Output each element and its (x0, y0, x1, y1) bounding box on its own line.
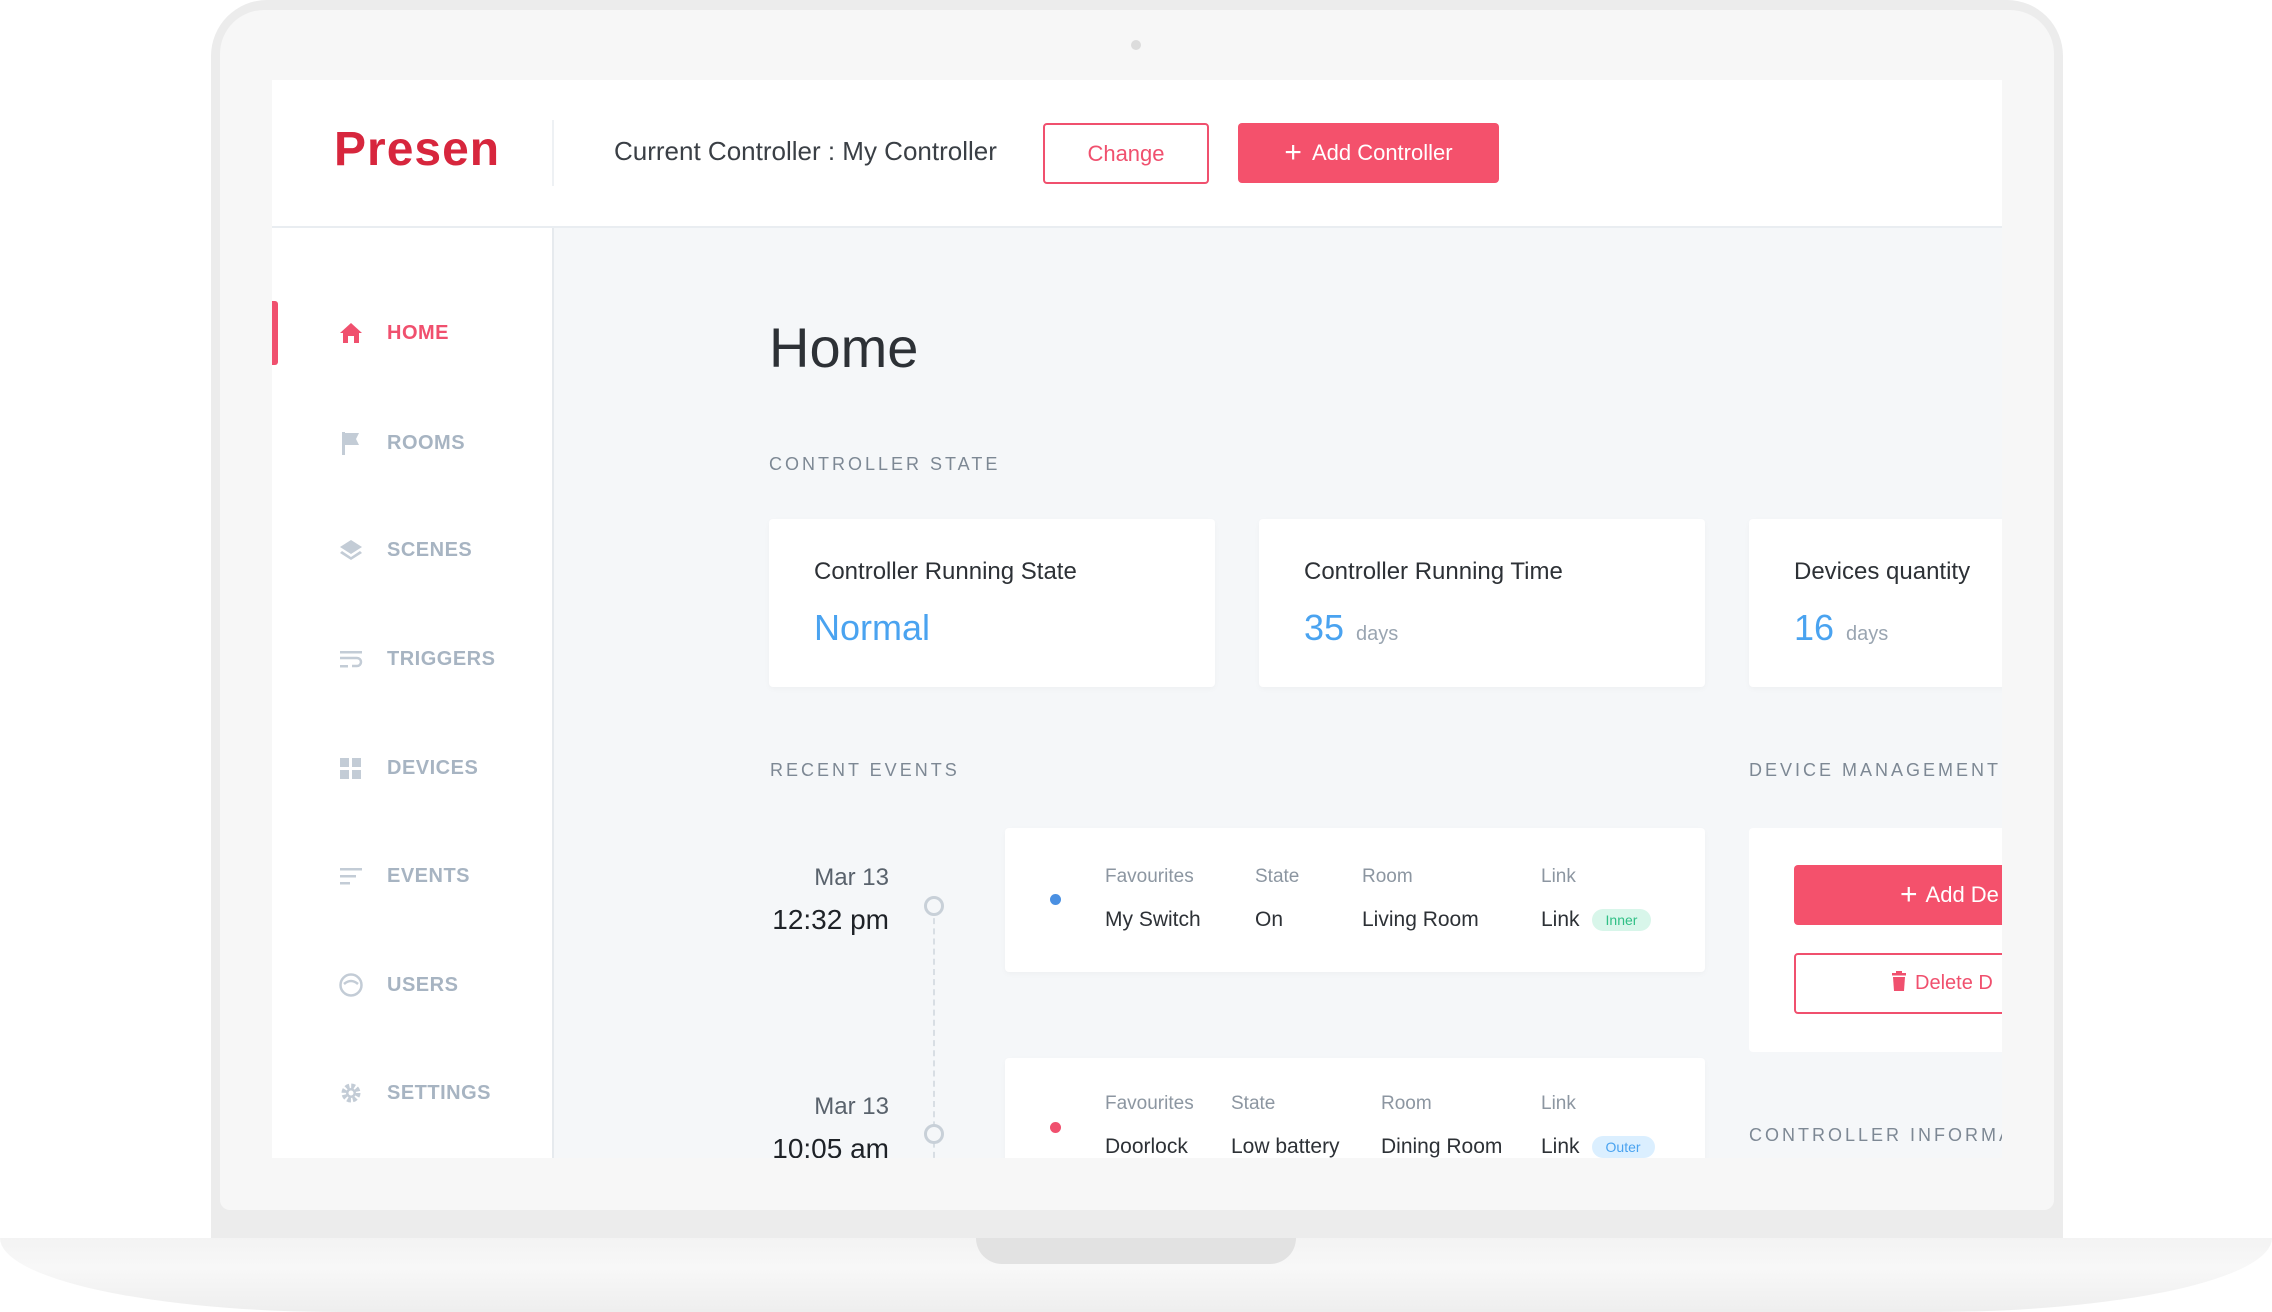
device-management-card: + Add De Delete D (1749, 828, 2002, 1052)
running-time-value: 35 (1304, 607, 1345, 648)
delete-device-label: Delete D (1915, 972, 1993, 994)
running-time-unit: days (1356, 623, 1399, 645)
card-title: Controller Running State (814, 558, 1077, 585)
add-device-label: Add De (1925, 882, 1999, 907)
page-title: Home (769, 316, 919, 379)
event-date: Mar 13 12:32 pm (749, 864, 889, 936)
card-value: 35 days (1304, 607, 1398, 649)
event-link-text: Link (1541, 908, 1580, 931)
event-date: Mar 13 10:05 am (749, 1093, 889, 1158)
column-header-favourites: Favourites (1105, 866, 1194, 887)
sidebar-item-label: SETTINGS (387, 1081, 492, 1104)
sidebar-item-events[interactable]: EVENTS (272, 846, 554, 906)
column-header-favourites: Favourites (1105, 1093, 1194, 1114)
card-value: 16 days (1794, 607, 1888, 649)
change-controller-button[interactable]: Change (1043, 123, 1209, 184)
event-link-text: Link (1541, 1135, 1580, 1158)
event-status-dot (1050, 894, 1061, 905)
event-state: On (1255, 908, 1284, 931)
sidebar-item-label: HOME (387, 321, 449, 344)
column-header-link: Link (1541, 1093, 1576, 1114)
sidebar-item-label: DEVICES (387, 756, 479, 779)
card-value: Normal (814, 607, 930, 649)
event-room: Living Room (1362, 908, 1479, 931)
event-card[interactable]: Favourites My Switch State On Room Livin… (1005, 828, 1705, 972)
gear-icon (338, 1080, 364, 1106)
column-header-room: Room (1362, 866, 1413, 887)
controller-state-heading: CONTROLLER STATE (769, 454, 1001, 474)
column-header-room: Room (1381, 1093, 1432, 1114)
app-screen: Presen Current Controller : My Controlle… (272, 80, 2002, 1158)
devices-quantity-value: 16 (1794, 607, 1835, 648)
main-content: Home CONTROLLER STATE Controller Running… (556, 228, 2002, 1158)
event-day: Mar 13 (814, 1093, 889, 1120)
link-badge-inner: Inner (1591, 909, 1652, 932)
top-bar: Presen Current Controller : My Controlle… (272, 80, 2002, 228)
event-day: Mar 13 (814, 864, 889, 891)
sidebar-item-triggers[interactable]: TRIGGERS (272, 629, 554, 689)
state-card-devices-quantity: Devices quantity 16 days (1749, 519, 2002, 687)
trash-icon (1891, 970, 1907, 997)
sidebar-item-label: SCENES (387, 538, 473, 561)
current-controller-text: Current Controller : My Controller (614, 136, 997, 166)
laptop-notch (976, 1238, 1296, 1264)
sidebar-item-scenes[interactable]: SCENES (272, 520, 554, 580)
add-controller-label: Add Controller (1311, 140, 1453, 165)
add-device-button[interactable]: + Add De (1794, 865, 2002, 925)
smiley-icon (338, 972, 364, 998)
timeline-dot (924, 896, 944, 916)
link-badge-outer: Outer (1591, 1136, 1655, 1158)
state-card-running-time: Controller Running Time 35 days (1259, 519, 1705, 687)
column-header-state: State (1255, 866, 1300, 887)
logo[interactable]: Presen (334, 122, 500, 177)
card-title: Controller Running Time (1304, 558, 1563, 585)
devices-quantity-unit: days (1846, 623, 1889, 645)
flag-icon (338, 430, 364, 456)
home-icon (338, 320, 364, 346)
column-header-state: State (1231, 1093, 1276, 1114)
sidebar-item-label: EVENTS (387, 864, 471, 887)
event-favourite: My Switch (1105, 908, 1201, 931)
event-time: 10:05 am (772, 1133, 889, 1158)
event-link: Link Outer (1541, 1135, 1655, 1158)
sidebar: HOME ROOMS SCENES TRIGGERS DEVICES EVENT… (272, 228, 554, 1158)
list-icon (338, 863, 364, 889)
event-favourite: Doorlock (1105, 1135, 1188, 1158)
sidebar-item-home[interactable]: HOME (272, 303, 554, 363)
sidebar-item-devices[interactable]: DEVICES (272, 738, 554, 798)
sidebar-item-settings[interactable]: SETTINGS (272, 1063, 554, 1123)
sidebar-item-label: TRIGGERS (387, 647, 496, 670)
layers-icon (338, 537, 364, 563)
header-divider (552, 120, 554, 186)
event-status-dot (1050, 1122, 1061, 1133)
wrap-lines-icon (338, 646, 364, 672)
event-card[interactable]: Favourites Doorlock State Low battery Ro… (1005, 1058, 1705, 1158)
state-card-running-state: Controller Running State Normal (769, 519, 1215, 687)
event-state: Low battery (1231, 1135, 1340, 1158)
column-header-link: Link (1541, 866, 1576, 887)
sidebar-item-label: ROOMS (387, 431, 466, 454)
sidebar-item-rooms[interactable]: ROOMS (272, 413, 554, 473)
timeline-dot (924, 1124, 944, 1144)
running-state-value: Normal (814, 607, 931, 648)
timeline-line (933, 908, 935, 1158)
add-controller-button[interactable]: + Add Controller (1238, 123, 1499, 183)
controller-information-heading: CONTROLLER INFORMA (1749, 1125, 2002, 1145)
recent-events-heading: RECENT EVENTS (770, 760, 960, 780)
plus-icon: + (1900, 878, 1918, 911)
sidebar-item-users[interactable]: USERS (272, 955, 554, 1015)
camera-dot (1131, 40, 1141, 50)
card-title: Devices quantity (1794, 558, 1971, 585)
event-link: Link Inner (1541, 908, 1652, 932)
plus-icon: + (1284, 136, 1302, 169)
event-room: Dining Room (1381, 1135, 1503, 1158)
sidebar-item-label: USERS (387, 973, 459, 996)
device-management-heading: DEVICE MANAGEMENT (1749, 760, 2002, 780)
delete-device-button[interactable]: Delete D (1794, 953, 2002, 1014)
event-time: 12:32 pm (772, 904, 889, 935)
grid-icon (338, 755, 364, 781)
change-button-label: Change (1087, 140, 1165, 166)
